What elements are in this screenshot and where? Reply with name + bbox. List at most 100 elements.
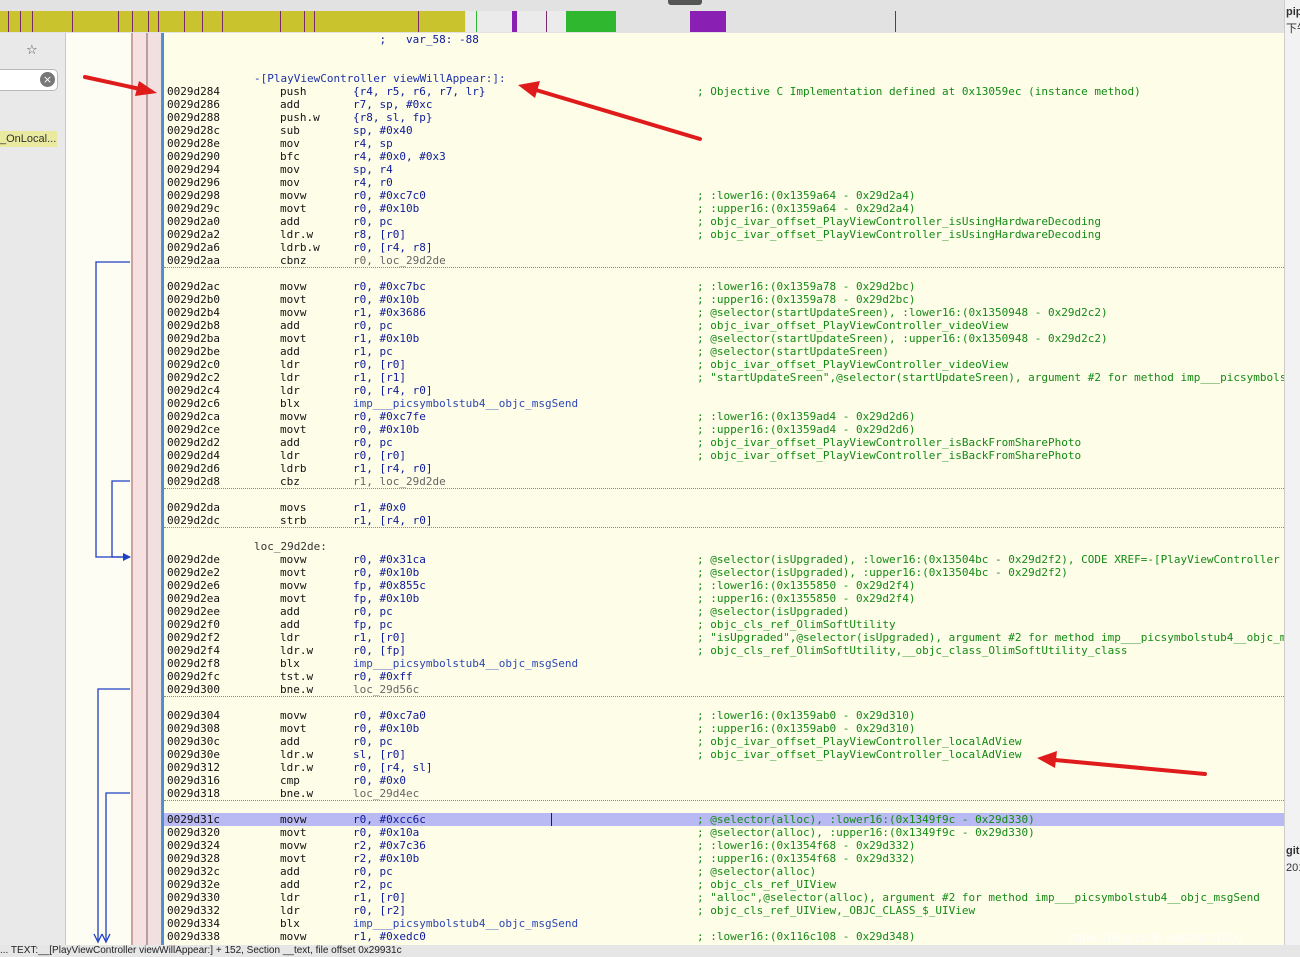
instruction-operands[interactable]: fp, pc bbox=[353, 618, 393, 631]
instruction-mnemonic[interactable]: push.w bbox=[280, 111, 320, 124]
instruction-operands[interactable]: sl, [r0] bbox=[353, 748, 406, 761]
instruction-row[interactable]: 0029d324 movw r2, #0x7c36 ; :lower16:(0x135… bbox=[164, 839, 1284, 852]
instruction-row[interactable]: 0029d298 movw r0, #0xc7c0 ; :lower16:(0x135… bbox=[164, 189, 1284, 202]
instruction-operands[interactable]: r1, #0xedc0 bbox=[353, 930, 426, 943]
instruction-operands[interactable]: r0, pc bbox=[353, 436, 393, 449]
instruction-address[interactable]: 0029d2f0 bbox=[167, 618, 220, 631]
instruction-row[interactable]: 0029d2e6 movw fp, #0x855c ; :lower16:(0x135… bbox=[164, 579, 1284, 592]
instruction-row[interactable]: 0029d308 movt r0, #0x10b ; :upper16:(0x1359… bbox=[164, 722, 1284, 735]
instruction-mnemonic[interactable]: ldr bbox=[280, 891, 300, 904]
instruction-address[interactable]: 0029d2de bbox=[167, 553, 220, 566]
instruction-row[interactable]: 0029d2da movs r1, #0x0 bbox=[164, 501, 1284, 514]
instruction-mnemonic[interactable]: add bbox=[280, 618, 300, 631]
instruction-address[interactable]: 0029d330 bbox=[167, 891, 220, 904]
instruction-address[interactable]: 0029d2a6 bbox=[167, 241, 220, 254]
instruction-row[interactable]: 0029d2c4 ldr r0, [r4, r0] bbox=[164, 384, 1284, 397]
instruction-row[interactable]: 0029d32c add r0, pc ; @selector(alloc) bbox=[164, 865, 1284, 878]
instruction-row[interactable]: 0029d2a0 add r0, pc ; objc_ivar_offset_Play… bbox=[164, 215, 1284, 228]
instruction-address[interactable]: 0029d2c2 bbox=[167, 371, 220, 384]
instruction-address[interactable]: 0029d312 bbox=[167, 761, 220, 774]
instruction-row[interactable]: 0029d2dc strb r1, [r4, r0] bbox=[164, 514, 1284, 527]
instruction-address[interactable]: 0029d2c4 bbox=[167, 384, 220, 397]
instruction-mnemonic[interactable]: movw bbox=[280, 280, 307, 293]
instruction-mnemonic[interactable]: ldrb.w bbox=[280, 241, 320, 254]
instruction-row[interactable]: 0029d296 mov r4, r0 bbox=[164, 176, 1284, 189]
instruction-mnemonic[interactable]: ldr bbox=[280, 384, 300, 397]
instruction-mnemonic[interactable]: ldr bbox=[280, 358, 300, 371]
instruction-mnemonic[interactable]: movt bbox=[280, 852, 307, 865]
instruction-row[interactable]: 0029d2c6 blx imp___picsymbolstub4__objc_ms… bbox=[164, 397, 1284, 410]
instruction-operands[interactable]: r0, pc bbox=[353, 215, 393, 228]
instruction-mnemonic[interactable]: mov bbox=[280, 176, 300, 189]
instruction-mnemonic[interactable]: movw bbox=[280, 553, 307, 566]
instruction-comment[interactable]: ; objc_cls_ref_OlimSoftUtility bbox=[697, 618, 896, 631]
instruction-row[interactable]: 0029d2d8 cbz r1, loc_29d2de bbox=[164, 475, 1284, 488]
instruction-operands[interactable]: r0, #0x10b bbox=[353, 202, 419, 215]
instruction-mnemonic[interactable]: cbnz bbox=[280, 254, 307, 267]
instruction-comment[interactable]: ; @selector(alloc), :lower16:(0x1349f9c … bbox=[697, 813, 1035, 826]
instruction-mnemonic[interactable]: movs bbox=[280, 501, 307, 514]
instruction-row[interactable]: 0029d2ba movt r1, #0x10b ; @selector(startU… bbox=[164, 332, 1284, 345]
navigation-bar[interactable] bbox=[0, 0, 1300, 33]
instruction-row[interactable]: 0029d2f2 ldr r1, [r0] ; "isUpgraded",@selec… bbox=[164, 631, 1284, 644]
instruction-address[interactable]: 0029d284 bbox=[167, 85, 220, 98]
instruction-address[interactable]: 0029d286 bbox=[167, 98, 220, 111]
instruction-address[interactable]: 0029d32c bbox=[167, 865, 220, 878]
instruction-operands[interactable]: r0, #0xc7c0 bbox=[353, 189, 426, 202]
instruction-row[interactable]: 0029d290 bfc r4, #0x0, #0x3 bbox=[164, 150, 1284, 163]
instruction-row[interactable]: 0029d2b0 movt r0, #0x10b ; :upper16:(0x1359… bbox=[164, 293, 1284, 306]
disassembly-listing[interactable]: ; var_58: -88 -[PlayViewController viewWi… bbox=[164, 33, 1284, 945]
instruction-row[interactable]: 0029d328 movt r2, #0x10b ; :upper16:(0x1354… bbox=[164, 852, 1284, 865]
instruction-comment[interactable]: ; @selector(isUpgraded), :lower16:(0x135… bbox=[697, 553, 1284, 566]
instruction-operands[interactable]: {r4, r5, r6, r7, lr} bbox=[353, 85, 485, 98]
instruction-mnemonic[interactable]: ldr.w bbox=[280, 748, 313, 761]
selected-instruction-row[interactable]: 0029d31c movw r0, #0xcc6c ; @selector(alloc… bbox=[164, 813, 1284, 826]
instruction-operands[interactable]: r0, [r4, r0] bbox=[353, 384, 432, 397]
instruction-mnemonic[interactable]: blx bbox=[280, 397, 300, 410]
instruction-mnemonic[interactable]: ldr bbox=[280, 904, 300, 917]
instruction-mnemonic[interactable]: ldrb bbox=[280, 462, 307, 475]
instruction-mnemonic[interactable]: sub bbox=[280, 124, 300, 137]
var-declaration-text[interactable]: ; var_58: -88 bbox=[353, 33, 478, 46]
instruction-row[interactable]: 0029d288 push.w {r8, sl, fp} bbox=[164, 111, 1284, 124]
instruction-operands[interactable]: r4, r0 bbox=[353, 176, 393, 189]
instruction-operands[interactable]: r1, [r0] bbox=[353, 631, 406, 644]
instruction-row[interactable]: 0029d2aa cbnz r0, loc_29d2de bbox=[164, 254, 1284, 267]
instruction-operands[interactable]: fp, #0x10b bbox=[353, 592, 419, 605]
instruction-row[interactable]: 0029d284 push {r4, r5, r6, r7, lr} ; Object… bbox=[164, 85, 1284, 98]
instruction-comment[interactable]: ; objc_cls_ref_UIView bbox=[697, 878, 836, 891]
instruction-address[interactable]: 0029d2e6 bbox=[167, 579, 220, 592]
instruction-comment[interactable]: ; :lower16:(0x1355850 - 0x29d2f4) bbox=[697, 579, 916, 592]
instruction-operands[interactable]: r0, #0x10a bbox=[353, 826, 419, 839]
instruction-operands[interactable]: r0, pc bbox=[353, 319, 393, 332]
instruction-comment[interactable]: ; "isUpgraded",@selector(isUpgraded), ar… bbox=[697, 631, 1284, 644]
instruction-row[interactable]: 0029d286 add r7, sp, #0xc bbox=[164, 98, 1284, 111]
instruction-operands[interactable]: r0, [r0] bbox=[353, 449, 406, 462]
instruction-address[interactable]: 0029d334 bbox=[167, 917, 220, 930]
instruction-operands[interactable]: r0, #0xc7fe bbox=[353, 410, 426, 423]
instruction-address[interactable]: 0029d2f8 bbox=[167, 657, 220, 670]
instruction-address[interactable]: 0029d28c bbox=[167, 124, 220, 137]
instruction-row[interactable]: 0029d332 ldr r0, [r2] ; objc_cls_ref_UIView… bbox=[164, 904, 1284, 917]
instruction-mnemonic[interactable]: strb bbox=[280, 514, 307, 527]
instruction-comment[interactable]: ; :upper16:(0x1359a64 - 0x29d2a4) bbox=[697, 202, 916, 215]
instruction-address[interactable]: 0029d32e bbox=[167, 878, 220, 891]
instruction-row[interactable]: 0029d2a2 ldr.w r8, [r0] ; objc_ivar_offset_… bbox=[164, 228, 1284, 241]
instruction-address[interactable]: 0029d2e2 bbox=[167, 566, 220, 579]
instruction-row[interactable]: 0029d2b4 movw r1, #0x3686 ; @selector(start… bbox=[164, 306, 1284, 319]
instruction-address[interactable]: 0029d2ba bbox=[167, 332, 220, 345]
instruction-comment[interactable]: ; :upper16:(0x1359a78 - 0x29d2bc) bbox=[697, 293, 916, 306]
instruction-row[interactable]: 0029d330 ldr r1, [r0] ; "alloc",@selector(a… bbox=[164, 891, 1284, 904]
instruction-row[interactable]: 0029d2d6 ldrb r1, [r4, r0] bbox=[164, 462, 1284, 475]
instruction-comment[interactable]: ; :upper16:(0x1359ab0 - 0x29d310) bbox=[697, 722, 916, 735]
instruction-mnemonic[interactable]: movw bbox=[280, 410, 307, 423]
instruction-operands[interactable]: sp, r4 bbox=[353, 163, 393, 176]
instruction-comment[interactable]: ; :lower16:(0x116c108 - 0x29d348) bbox=[697, 930, 916, 943]
instruction-operands[interactable]: r0, #0x10b bbox=[353, 423, 419, 436]
instruction-operands[interactable]: {r8, sl, fp} bbox=[353, 111, 432, 124]
instruction-mnemonic[interactable]: cmp bbox=[280, 774, 300, 787]
instruction-address[interactable]: 0029d28e bbox=[167, 137, 220, 150]
instruction-address[interactable]: 0029d332 bbox=[167, 904, 220, 917]
instruction-operands[interactable]: imp___picsymbolstub4__objc_msgSend bbox=[353, 657, 578, 670]
instruction-address[interactable]: 0029d2b4 bbox=[167, 306, 220, 319]
